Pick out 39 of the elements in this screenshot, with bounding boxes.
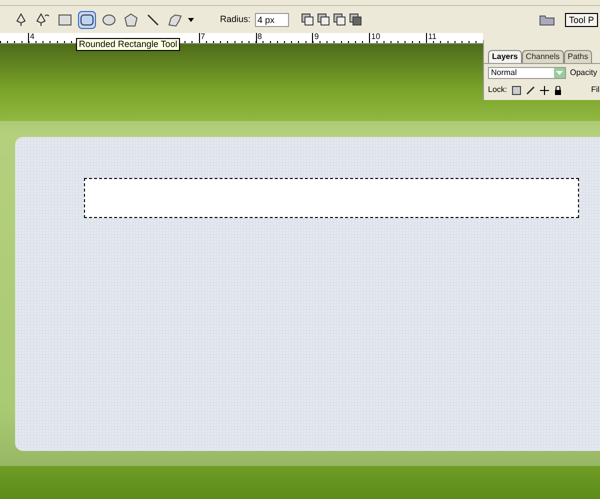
tool-button[interactable]	[78, 10, 96, 28]
lock-icon[interactable]	[554, 86, 562, 94]
polygon-icon	[124, 12, 138, 26]
radius-label: Radius:	[220, 12, 251, 26]
path-mode-icon[interactable]	[316, 13, 330, 26]
panel-tab[interactable]: Channels	[522, 50, 564, 63]
ruler-number: 11	[427, 33, 436, 41]
rectangle-icon	[58, 14, 72, 26]
lock-label: Lock:	[488, 84, 508, 96]
brush-icon[interactable]	[526, 86, 536, 94]
path-mode-icon[interactable]	[300, 13, 314, 26]
panel-tab[interactable]: Paths	[564, 50, 592, 63]
fill-label: Fil	[591, 84, 600, 96]
move-icon[interactable]	[540, 86, 550, 94]
caret-icon[interactable]	[188, 18, 194, 22]
tool-button[interactable]	[34, 10, 52, 28]
lock-transparency-icon[interactable]	[512, 86, 522, 94]
ruler-number: 7	[200, 33, 206, 41]
ruler-number: 4	[29, 33, 34, 41]
ruler-number: 9	[313, 33, 319, 41]
pen-icon	[15, 12, 27, 26]
panel-tab[interactable]: Layers	[488, 50, 522, 63]
radius-field[interactable]: 4 px	[254, 12, 289, 26]
custom-shape-icon	[167, 12, 183, 26]
dropdown-arrow-icon	[554, 68, 565, 78]
opacity-label: Opacity	[570, 67, 598, 79]
ruler-number: 8	[256, 33, 262, 41]
folder-icon[interactable]	[538, 14, 555, 26]
line-icon	[147, 14, 159, 26]
path-mode-icon[interactable]	[348, 13, 362, 26]
ellipse-icon	[102, 14, 116, 26]
ruler-number: 10	[370, 33, 380, 41]
rounded-rectangle-icon	[80, 14, 94, 26]
tool-button[interactable]	[122, 10, 140, 28]
tooltip: Rounded Rectangle Tool	[76, 38, 180, 51]
path-mode-icon[interactable]	[332, 13, 346, 26]
blend-mode-dropdown[interactable]: Normal	[488, 67, 566, 79]
tool-presets-tab[interactable]: Tool P	[564, 12, 598, 26]
pen-icon	[36, 12, 50, 26]
